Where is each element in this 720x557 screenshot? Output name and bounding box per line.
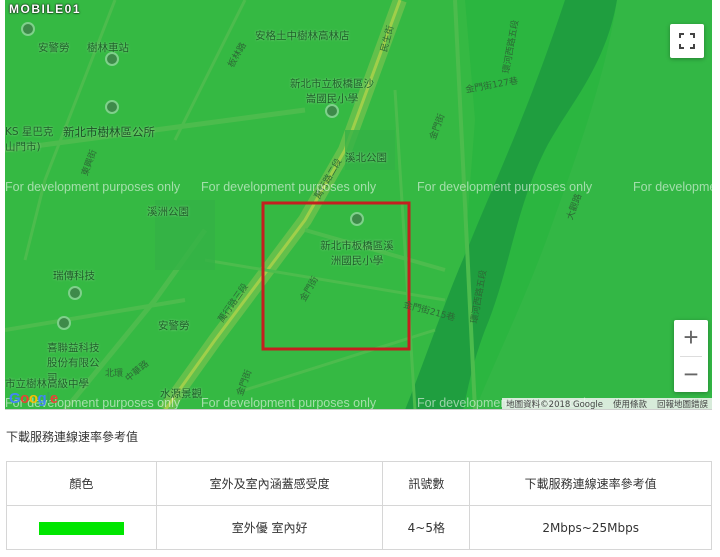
- map-label: KS 星巴克 山門市): [5, 126, 54, 153]
- map-label: 新北市板橋區溪洲國民小學: [320, 240, 394, 267]
- map-label: 溪北公園: [345, 152, 387, 164]
- speed-cell: 2Mbps~25Mbps: [469, 505, 712, 550]
- mobile01-watermark: MOBILE01: [9, 2, 82, 16]
- section-caption: 下載服務連線速率參考值: [6, 430, 139, 444]
- google-logo[interactable]: Google: [9, 390, 58, 407]
- zoom-out-button[interactable]: −: [674, 357, 708, 392]
- poi-marker-icon[interactable]: [21, 22, 35, 36]
- dev-watermark: For development purposes only: [417, 180, 593, 194]
- color-cell: [6, 505, 157, 550]
- fullscreen-icon: [679, 33, 695, 49]
- column-header-coverage: 室外及室內涵蓋感受度: [155, 461, 384, 506]
- mrt-station-icon[interactable]: [105, 52, 119, 66]
- attribution-data: 地圖資料©2018 Google: [506, 400, 603, 410]
- map-label: 新北市立板橋區沙崙國民小學: [290, 78, 374, 105]
- map-label: 安格土中樹林高林店: [255, 30, 350, 42]
- map-label: 瑞傳科技: [53, 270, 95, 282]
- poi-marker-icon[interactable]: [325, 104, 339, 118]
- signal-cell: 4~5格: [382, 505, 471, 550]
- map-attribution: 地圖資料©2018 Google 使用條款 回報地圖錯誤: [502, 398, 712, 410]
- table-header-row: 顏色 室外及室內涵蓋感受度 訊號數 下載服務連線速率參考值: [6, 461, 712, 506]
- poi-marker-icon[interactable]: [350, 212, 364, 226]
- dev-watermark: For development purposes only: [5, 180, 181, 194]
- zoom-in-button[interactable]: +: [674, 320, 708, 355]
- color-swatch: [38, 521, 124, 535]
- dev-watermark: For development purposes only: [201, 180, 377, 194]
- column-header-speed: 下載服務連線速率參考值: [469, 461, 712, 506]
- dev-watermark: For development purposes only: [201, 396, 377, 410]
- dev-watermark: For development purposes only: [633, 180, 712, 194]
- zoom-control: + −: [674, 320, 708, 392]
- column-header-signal: 訊號數: [382, 461, 471, 506]
- terms-link[interactable]: 使用條款: [613, 398, 647, 409]
- coverage-cell: 室外優 室內好: [155, 505, 384, 550]
- speed-reference-table: 顏色 室外及室內涵蓋感受度 訊號數 下載服務連線速率參考值 室外優 室內好 4~…: [6, 461, 712, 550]
- poi-marker-icon[interactable]: [68, 286, 82, 300]
- map-label: 市立樹林高級中學: [5, 378, 89, 390]
- fullscreen-button[interactable]: [670, 24, 704, 58]
- report-error-link[interactable]: 回報地圖錯誤: [657, 398, 708, 409]
- street-label: 北環: [105, 369, 124, 379]
- poi-marker-icon[interactable]: [105, 100, 119, 114]
- map-label: 安警勞: [158, 320, 190, 332]
- map-label: 溪洲公園: [147, 206, 189, 218]
- map-label: 新北市樹林區公所: [63, 125, 155, 139]
- coverage-map[interactable]: MOBILE01 安警勞 樹林車站 安格土中樹林高林店 新北市立板橋區沙崙國民小…: [5, 0, 712, 410]
- table-row: 室外優 室內好 4~5格 2Mbps~25Mbps: [6, 505, 712, 550]
- map-label: 安警勞: [38, 42, 70, 54]
- column-header-color: 顏色: [6, 461, 157, 506]
- poi-marker-icon[interactable]: [57, 316, 71, 330]
